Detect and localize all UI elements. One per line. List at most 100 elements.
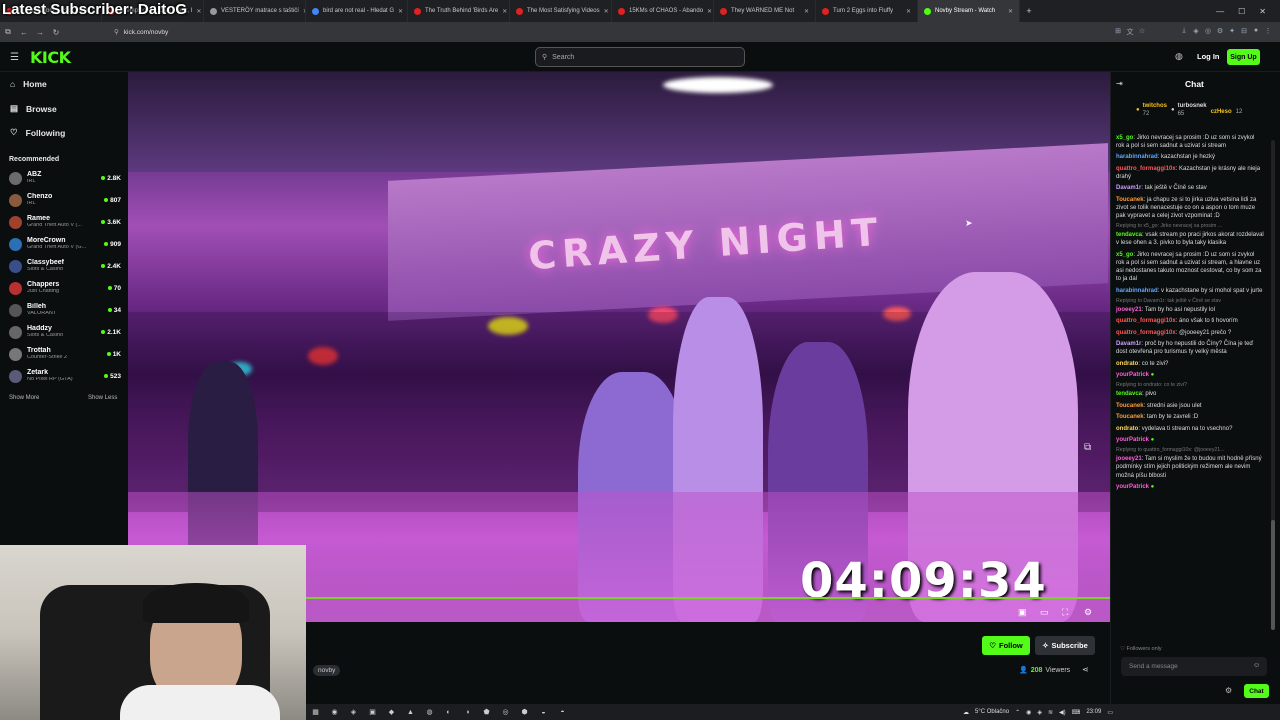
chat-username[interactable]: Toucanek (1116, 403, 1144, 409)
sidebar-channel[interactable]: Chappers Just Chatting 70 (9, 277, 121, 299)
search-input[interactable]: ⚲ Search (535, 47, 745, 67)
sidebar-item-browse[interactable]: ▤ Browse (10, 103, 57, 114)
chat-username[interactable]: jooeey21 (1116, 307, 1142, 313)
chat-message-input[interactable]: Send a message (1121, 657, 1267, 676)
subscribe-button[interactable]: ✧ Subscribe (1035, 636, 1095, 655)
new-tab-button[interactable]: + (1020, 6, 1038, 16)
fullscreen-icon[interactable]: ⛶ (1062, 607, 1068, 618)
browser-tab-active[interactable]: Novby Stream - Watch ✕ (918, 0, 1020, 22)
chat-scrollbar-thumb[interactable] (1271, 520, 1275, 630)
sidebar-item-following[interactable]: ♡ Following (10, 127, 65, 138)
clip-icon[interactable]: ▣ (1018, 607, 1027, 618)
volume-icon[interactable]: ◀) (1059, 709, 1066, 716)
chat-settings-gear-icon[interactable]: ⚙ (1225, 686, 1232, 695)
close-window-icon[interactable]: ✕ (1259, 7, 1266, 16)
chat-username[interactable]: yourPatrick (1116, 484, 1149, 490)
collapse-chat-icon[interactable]: ⇥ (1116, 79, 1123, 88)
chat-username[interactable]: quattro_formaggi10x (1116, 166, 1176, 172)
chat-username[interactable]: harabinnahrad (1116, 154, 1158, 160)
sidebar-channel[interactable]: Billeh VALORANT 34 (9, 299, 121, 321)
extension-icon[interactable]: ◈ (1190, 27, 1202, 37)
browser-tab[interactable]: 15KMs of CHAOS - Abando ✕ (612, 0, 714, 22)
kick-logo[interactable]: KICK (30, 48, 71, 67)
chat-username[interactable]: quattro_formaggi10x (1116, 330, 1176, 336)
taskbar-app-icon[interactable]: ◑ (458, 709, 477, 716)
picture-in-picture-icon[interactable]: ⧉ (1084, 442, 1091, 453)
sidebar-channel[interactable]: MoreCrown Grand Theft Auto V (G... 909 (9, 233, 121, 255)
browser-tab[interactable]: bird are not real - Hledat G ✕ (306, 0, 408, 22)
sidebar-channel[interactable]: Trottah Counter-Strike 2 1K (9, 343, 121, 365)
signup-button[interactable]: Sign Up (1227, 49, 1260, 65)
browser-tab[interactable]: They WARNED ME Not ✕ (714, 0, 816, 22)
chat-username[interactable]: x5_go (1116, 252, 1133, 258)
bookmark-star-icon[interactable]: ☆ (1136, 27, 1148, 37)
tray-icon[interactable]: ◈ (1037, 709, 1042, 716)
taskbar-app-icon[interactable]: ▣ (363, 708, 382, 716)
translate-icon[interactable]: 文 (1124, 27, 1136, 37)
chat-username[interactable]: harabinnahrad (1116, 288, 1158, 294)
sidebar-item-home[interactable]: ⌂ Home (10, 79, 47, 89)
chat-username[interactable]: jooeey21 (1116, 456, 1142, 462)
notification-icon[interactable]: ▭ (1107, 709, 1113, 716)
video-progress-bar[interactable] (306, 597, 1110, 599)
show-less-button[interactable]: Show Less (88, 395, 117, 401)
leaderboard-entry[interactable]: czHeso (1211, 99, 1232, 123)
taskbar-app-icon[interactable]: ⬢ (515, 708, 534, 716)
url-field[interactable]: ⚲ kick.com/novby (114, 28, 168, 37)
sidebar-channel[interactable]: ABZ IRL 2.8K (9, 167, 121, 189)
maximize-icon[interactable]: ☐ (1238, 7, 1245, 16)
taskbar-app-icon[interactable]: ◐ (439, 709, 458, 716)
login-button[interactable]: Log In (1197, 52, 1220, 61)
taskbar-app-icon[interactable]: ◍ (420, 708, 439, 716)
sidebar-channel[interactable]: Haddzy Slots & Casino 2.1K (9, 321, 121, 343)
browser-tab[interactable]: The Truth Behind 'Birds Are ✕ (408, 0, 510, 22)
extension-icon[interactable]: ⚙ (1214, 27, 1226, 37)
sidebar-toggle-icon[interactable]: ⧉ (0, 27, 16, 37)
taskbar-app-icon[interactable]: ◒ (534, 709, 553, 716)
hamburger-menu-icon[interactable]: ☰ (10, 52, 19, 63)
extension-icon[interactable]: ◎ (1202, 27, 1214, 37)
chat-username[interactable]: ondrato (1116, 361, 1138, 367)
taskbar-app-icon[interactable]: ⬟ (477, 708, 496, 716)
follow-button[interactable]: ♡ Follow (982, 636, 1030, 655)
sidebar-channel[interactable]: Zetark No Pixel RP (GTA) 523 (9, 365, 121, 387)
chat-username[interactable]: Davam1r (1116, 185, 1141, 191)
emoji-icon[interactable]: ☺ (1253, 662, 1260, 669)
taskbar-app-icon[interactable]: ▦ (306, 708, 325, 716)
sidebar-channel[interactable]: Chenzo IRL 807 (9, 189, 121, 211)
tab-close-icon[interactable]: ✕ (804, 8, 809, 15)
forward-icon[interactable]: → (32, 28, 48, 37)
tab-close-icon[interactable]: ✕ (502, 8, 507, 15)
language-icon[interactable]: ⌨ (1072, 709, 1081, 716)
tab-close-icon[interactable]: ✕ (1008, 8, 1013, 15)
weather-text[interactable]: 5°C Oblačno (975, 709, 1009, 715)
chat-reply-context[interactable]: Replying to ondrato: co te zivi? (1116, 382, 1264, 389)
sidebar-channel[interactable]: Classybeef Slots & Casino 2.4K (9, 255, 121, 277)
chat-username[interactable]: Toucanek (1116, 414, 1144, 420)
wifi-icon[interactable]: ≋ (1048, 709, 1053, 716)
sidebar-channel[interactable]: Ramee Grand Theft Auto V (... 3.6K (9, 211, 121, 233)
chat-username[interactable]: x5_go (1116, 135, 1133, 141)
chat-username[interactable]: yourPatrick (1116, 372, 1149, 378)
extension-icon[interactable]: ✦ (1226, 27, 1238, 37)
download-icon[interactable]: ⤓ (1178, 27, 1190, 37)
send-chat-button[interactable]: Chat (1244, 684, 1269, 698)
leaderboard-entry[interactable]: ● turbosnek 65 (1171, 99, 1207, 123)
stream-tag[interactable]: novby (313, 665, 341, 676)
browser-tab[interactable]: VESTERÖY matrace s taštičí✕ (204, 0, 306, 22)
chat-username[interactable]: quattro_formaggi10x (1116, 318, 1176, 324)
chat-username[interactable]: tendavca (1116, 232, 1142, 238)
tray-icon[interactable]: ◉ (1026, 709, 1031, 716)
menu-icon[interactable]: ⋮ (1262, 27, 1274, 37)
browser-tab[interactable]: Turn 2 Eggs into Fluffy ✕ (816, 0, 918, 22)
taskbar-app-icon[interactable]: ◆ (382, 708, 401, 716)
chat-username[interactable]: Davam1r (1116, 341, 1141, 347)
install-icon[interactable]: ⊞ (1112, 27, 1124, 37)
site-info-icon[interactable]: ⚲ (114, 28, 119, 36)
leaderboard-entry[interactable]: ● twitchos 72 (1136, 99, 1167, 123)
tab-close-icon[interactable]: ✕ (398, 8, 403, 15)
chat-username[interactable]: ondrato (1116, 426, 1138, 432)
minimize-icon[interactable]: — (1216, 7, 1224, 16)
taskbar-app-icon[interactable]: ◎ (496, 708, 515, 716)
settings-gear-icon[interactable]: ⚙ (1084, 607, 1092, 618)
